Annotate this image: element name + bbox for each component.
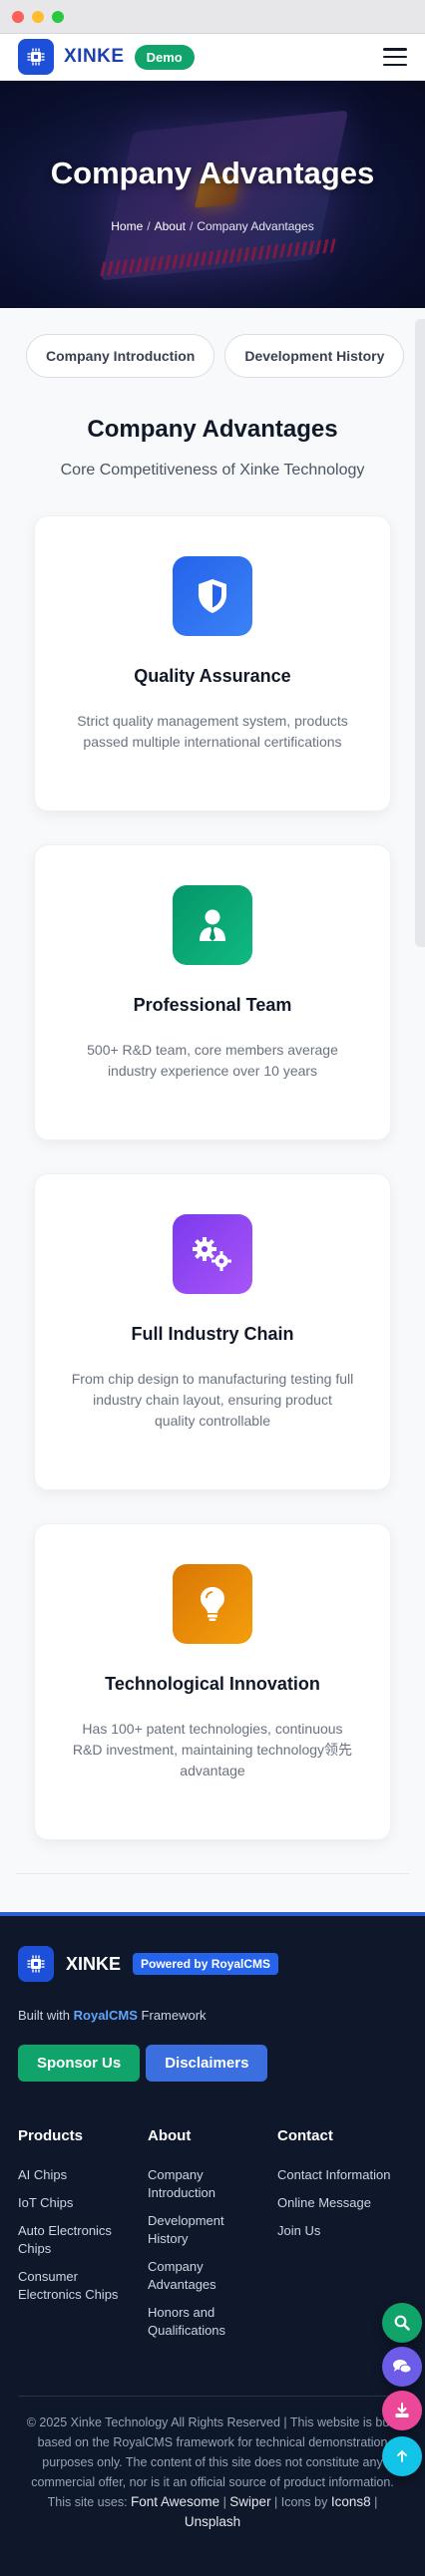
gears-icon xyxy=(173,1214,252,1294)
card-description: From chip design to manufacturing testin… xyxy=(71,1371,354,1429)
breadcrumb: Home / About / Company Advantages xyxy=(111,219,314,233)
tab-development-history[interactable]: Development History xyxy=(224,334,405,378)
about-tabs: Company Introduction Development History xyxy=(0,308,425,378)
card-description: 500+ R&D team, core members average indu… xyxy=(87,1042,338,1079)
chat-icon[interactable] xyxy=(382,2347,422,2387)
disclaimers-button[interactable]: Disclaimers xyxy=(146,2045,268,2082)
tab-company-introduction[interactable]: Company Introduction xyxy=(26,334,215,378)
page-title: Company Advantages xyxy=(50,156,375,190)
copyright-text: © 2025 Xinke Technology All Rights Reser… xyxy=(26,2415,399,2529)
advantage-cards: Quality Assurance Strict quality managem… xyxy=(0,480,425,1840)
card-title: Technological Innovation xyxy=(105,1674,320,1694)
footer-col-title: Products xyxy=(18,2127,84,2144)
section-subtitle: Core Competitiveness of Xinke Technology xyxy=(60,462,365,479)
footer-link[interactable]: Contact Information xyxy=(277,2166,407,2184)
chip-logo-icon[interactable] xyxy=(18,1946,54,1982)
footer-col-about: About Company Introduction Development H… xyxy=(148,2127,277,2350)
sponsor-button[interactable]: Sponsor Us xyxy=(18,2045,141,2082)
card-title: Full Industry Chain xyxy=(131,1324,294,1344)
close-window-dot[interactable] xyxy=(12,10,24,23)
footer-col-title: Contact xyxy=(277,2127,333,2144)
menu-icon[interactable] xyxy=(383,48,407,66)
built-with-text: Built with RoyalCMS Framework xyxy=(18,2008,207,2023)
footer-actions: Sponsor Us Disclaimers xyxy=(18,2045,407,2082)
icons8-link[interactable]: Icons8 xyxy=(331,2494,371,2509)
advantage-card: Technological Innovation Has 100+ patent… xyxy=(34,1523,391,1840)
section-title: Company Advantages xyxy=(87,416,338,443)
arrow-up-icon[interactable] xyxy=(382,2436,422,2476)
card-description: Strict quality management system, produc… xyxy=(77,713,348,750)
card-title: Quality Assurance xyxy=(134,666,291,686)
royalcms-link[interactable]: RoyalCMS xyxy=(74,2008,138,2023)
user-tie-icon xyxy=(173,885,252,965)
search-icon[interactable] xyxy=(382,2303,422,2343)
minimize-window-dot[interactable] xyxy=(32,10,44,23)
lightbulb-icon xyxy=(173,1564,252,1644)
footer-link[interactable]: IoT Chips xyxy=(18,2194,148,2212)
card-description: Has 100+ patent technologies, continuous… xyxy=(72,1721,353,1778)
breadcrumb-current: Company Advantages xyxy=(197,219,314,233)
chip-logo-icon[interactable] xyxy=(18,39,54,75)
footer-link[interactable]: Development History xyxy=(148,2212,277,2248)
content-divider xyxy=(16,1873,409,1874)
footer-link[interactable]: Auto Electronics Chips xyxy=(18,2222,148,2258)
footer-link[interactable]: Company Introduction xyxy=(148,2166,277,2202)
site-footer: XINKE Powered by RoyalCMS Built with Roy… xyxy=(0,1912,425,2576)
footer-link[interactable]: AI Chips xyxy=(18,2166,148,2184)
advantage-card: Full Industry Chain From chip design to … xyxy=(34,1173,391,1490)
footer-brand: XINKE Powered by RoyalCMS xyxy=(18,1946,407,1982)
advantage-card: Quality Assurance Strict quality managem… xyxy=(34,515,391,811)
download-icon[interactable] xyxy=(382,2391,422,2430)
demo-badge: Demo xyxy=(134,44,195,70)
footer-col-products: Products AI Chips IoT Chips Auto Electro… xyxy=(18,2127,148,2350)
window-chrome xyxy=(0,0,425,34)
advantage-card: Professional Team 500+ R&D team, core me… xyxy=(34,844,391,1140)
unsplash-link[interactable]: Unsplash xyxy=(185,2514,240,2529)
side-scroll-tab[interactable] xyxy=(415,319,425,947)
card-title: Professional Team xyxy=(133,995,292,1015)
breadcrumb-home[interactable]: Home xyxy=(111,219,143,233)
footer-divider xyxy=(18,2396,407,2397)
brand-name[interactable]: XINKE xyxy=(64,46,125,68)
swiper-link[interactable]: Swiper xyxy=(229,2494,270,2509)
footer-brand-name[interactable]: XINKE xyxy=(66,1954,121,1975)
navbar: XINKE Demo xyxy=(0,34,425,81)
footer-link[interactable]: Honors and Qualifications xyxy=(148,2304,277,2340)
page-hero: Company Advantages Home / About / Company Ad… xyxy=(0,81,425,308)
footer-columns: Products AI Chips IoT Chips Auto Electro… xyxy=(18,2127,407,2350)
maximize-window-dot[interactable] xyxy=(52,10,64,23)
footer-col-title: About xyxy=(148,2127,192,2144)
font-awesome-link[interactable]: Font Awesome xyxy=(131,2494,219,2509)
footer-link[interactable]: Company Advantages xyxy=(148,2258,277,2294)
footer-link[interactable]: Online Message xyxy=(277,2194,407,2212)
breadcrumb-about[interactable]: About xyxy=(155,219,186,233)
shield-icon xyxy=(173,556,252,636)
footer-link[interactable]: Join Us xyxy=(277,2222,407,2240)
powered-by-badge: Powered by RoyalCMS xyxy=(133,1953,279,1975)
footer-link[interactable]: Consumer Electronics Chips xyxy=(18,2268,148,2304)
